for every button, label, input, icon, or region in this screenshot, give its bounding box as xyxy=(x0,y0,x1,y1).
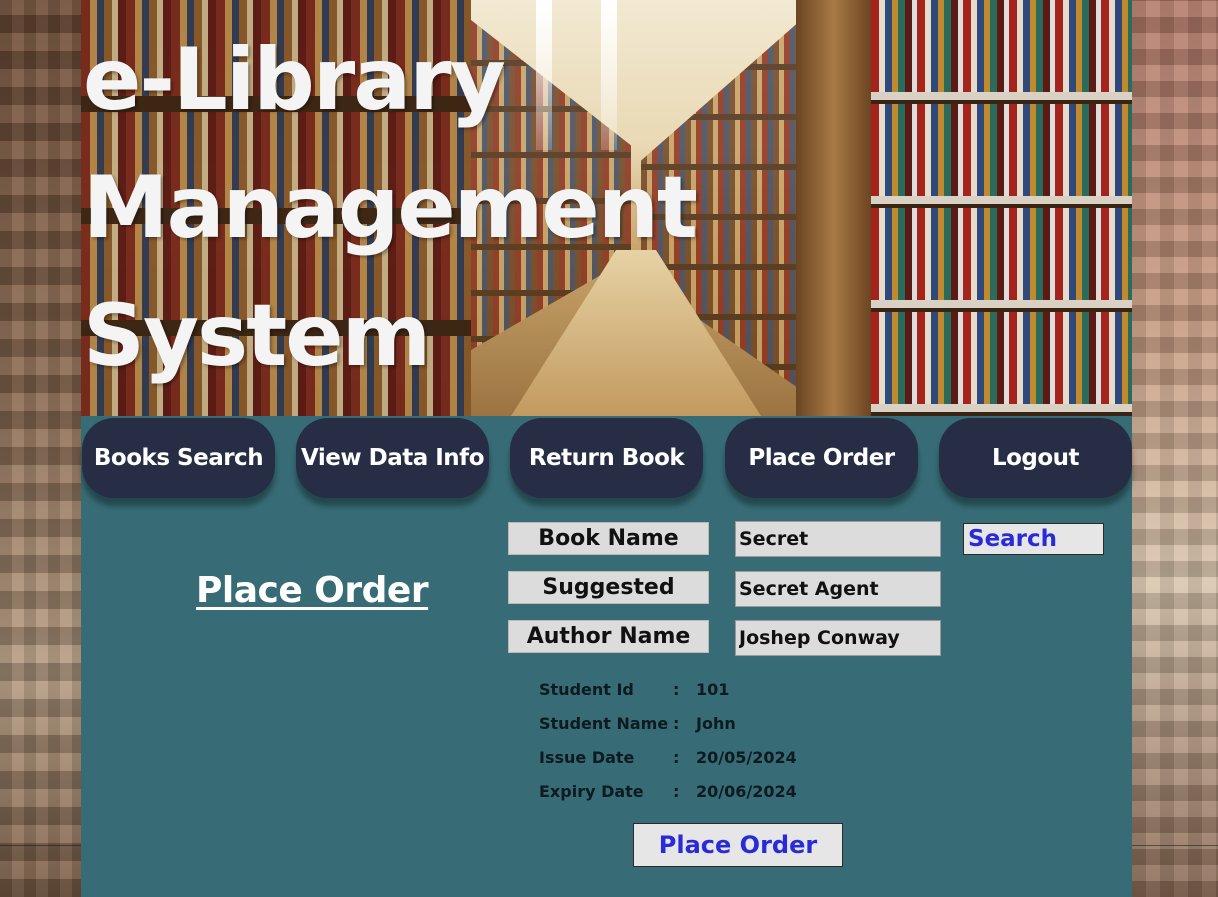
search-button[interactable]: Search xyxy=(963,523,1104,555)
author-name-input[interactable] xyxy=(735,620,941,656)
issue-date-value: 20/05/2024 xyxy=(696,748,797,767)
separator: : xyxy=(673,748,680,767)
student-name-value: John xyxy=(696,714,736,733)
bookshelf-pillar xyxy=(796,0,871,416)
suggested-field[interactable] xyxy=(735,571,941,607)
separator: : xyxy=(673,782,680,801)
app-title-line: e-Library xyxy=(83,30,506,130)
app-title: e-Library Management System xyxy=(83,16,698,400)
nav-place-order-button[interactable]: Place Order xyxy=(725,418,918,498)
nav-logout-button[interactable]: Logout xyxy=(939,418,1132,498)
student-name-label: Student Name xyxy=(539,714,669,733)
app-title-line: System xyxy=(83,286,431,386)
background-right xyxy=(1132,0,1218,897)
issue-date-label: Issue Date xyxy=(539,748,635,767)
app-title-line: Management xyxy=(83,158,698,258)
background-left xyxy=(0,0,81,897)
student-id-value: 101 xyxy=(696,680,730,699)
suggested-label: Suggested xyxy=(508,571,709,604)
expiry-date-value: 20/06/2024 xyxy=(696,782,797,801)
expiry-date-label: Expiry Date xyxy=(539,782,644,801)
section-title: Place Order xyxy=(196,570,429,611)
book-name-input[interactable] xyxy=(735,521,941,557)
bookshelf-right-image xyxy=(871,0,1132,416)
separator: : xyxy=(673,714,680,733)
header-banner: e-Library Management System xyxy=(81,0,1132,416)
author-name-label: Author Name xyxy=(508,620,709,653)
nav-books-search-button[interactable]: Books Search xyxy=(82,418,275,498)
nav-view-data-info-button[interactable]: View Data Info xyxy=(296,418,489,498)
place-order-button[interactable]: Place Order xyxy=(633,823,843,867)
student-id-label: Student Id xyxy=(539,680,634,699)
app-window: e-Library Management System Books Search… xyxy=(81,0,1132,897)
book-name-label: Book Name xyxy=(508,522,709,555)
separator: : xyxy=(673,680,680,699)
nav-return-book-button[interactable]: Return Book xyxy=(510,418,703,498)
